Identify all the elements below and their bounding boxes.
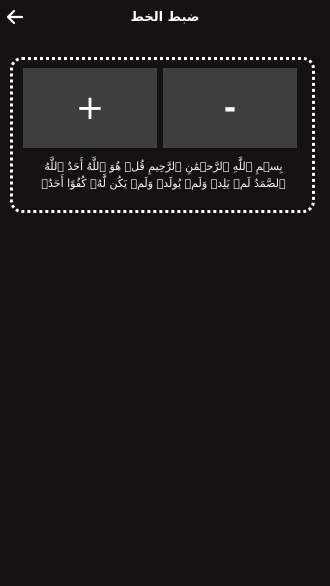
font-size-panel: + - بِسۡمِ ٱللَّهِ ٱلرَّحۡمَٰنِ ٱلرَّحِي… [10,57,315,213]
increase-font-button[interactable]: + [23,68,157,148]
font-preview-text: بِسۡمِ ٱللَّهِ ٱلرَّحۡمَٰنِ ٱلرَّحِيمِ ق… [41,160,286,190]
page-title: ضبط الخط [130,10,200,25]
decrease-font-button[interactable]: - [163,68,297,148]
top-bar: ضبط الخط [0,0,330,40]
